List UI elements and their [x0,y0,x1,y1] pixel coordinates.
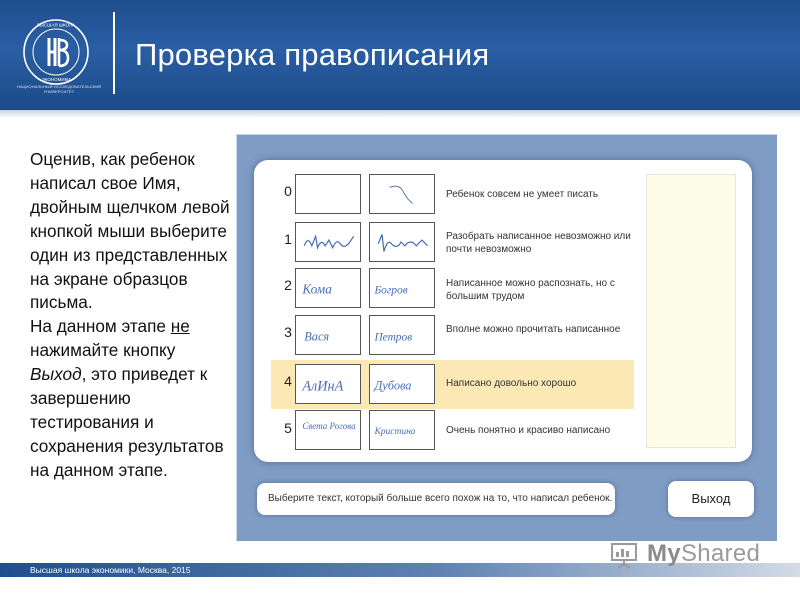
grade-description: Очень понятно и красиво написано [446,425,611,436]
sample-text: Света Рогова [302,421,356,431]
hint-box: Выберите текст, который больше всего пох… [257,483,615,515]
svg-text:ЭКОНОМИКИ: ЭКОНОМИКИ [42,77,71,82]
grade-description: Ребенок совсем не умеет писать [446,189,599,200]
sample-text: Богров [373,285,407,297]
grade-number: 5 [284,420,292,436]
sample-text: Дубова [373,379,411,393]
watermark-my: My [647,540,681,567]
instructions-p2-b: нажимайте кнопку [30,340,176,361]
sample-text: Кристина [373,427,415,437]
sample-text: АлИнА [301,379,343,395]
watermark-text: MyShared [647,540,760,568]
header-divider [113,12,115,94]
grade-description: Вполне можно прочитать написанное [446,324,621,335]
sample-box[interactable]: Света Рогова [295,410,361,450]
header-shadow [0,110,800,118]
sample-box[interactable] [295,174,361,214]
sample-box-selected[interactable]: АлИнА [295,364,361,404]
grade-description: Написано довольно хорошо [446,378,577,389]
hint-text: Выберите текст, который больше всего пох… [268,493,613,504]
sample-box[interactable]: Кристина [369,410,435,450]
logo-caption: НАЦИОНАЛЬНЫЙ ИССЛЕДОВАТЕЛЬСКИЙ УНИВЕРСИТ… [16,84,102,94]
sample-box[interactable] [369,174,435,214]
sample-box-selected[interactable]: Дубова [369,364,435,404]
sample-box[interactable] [369,222,435,262]
sample-box[interactable]: Вася [295,315,361,355]
watermark-shared: Shared [680,540,761,567]
sample-text: Петров [373,332,412,344]
grade-number: 3 [284,324,292,340]
sample-text: Вася [304,330,329,344]
grade-number: 2 [284,277,292,293]
university-logo-icon: ВЫСШАЯ ШКОЛА ЭКОНОМИКИ [23,19,89,85]
presentation-icon [611,543,637,569]
svg-text:ВЫСШАЯ ШКОЛА: ВЫСШАЯ ШКОЛА [37,23,75,28]
footer-text: Высшая школа экономики, Москва, 2015 [30,565,191,575]
instructions-paragraph-1: Оценив, как ребенок написал свое Имя, дв… [30,149,230,313]
grade-number: 4 [284,373,292,389]
instructions-p2-italic: Выход [30,364,82,385]
grade-description: Разобрать написанное невозможно или почт… [446,231,631,255]
page-title: Проверка правописания [135,37,490,72]
sample-box[interactable]: Петров [369,315,435,355]
instructions-text: Оценив, как ребенок написал свое Имя, дв… [30,148,230,483]
answer-preview-panel [646,174,736,448]
sample-box[interactable]: Кома [295,268,361,308]
sample-text: Кома [301,282,332,297]
sample-box[interactable]: Богров [369,268,435,308]
instructions-p2-a: На данном этапе [30,316,171,337]
grade-number: 0 [284,183,292,199]
instructions-p2-underlined: не [170,316,190,337]
grade-description: Написанное можно распознать, но с больши… [446,278,615,302]
sample-box[interactable] [295,222,361,262]
grade-number: 1 [284,231,292,247]
exit-button[interactable]: Выход [668,481,754,517]
